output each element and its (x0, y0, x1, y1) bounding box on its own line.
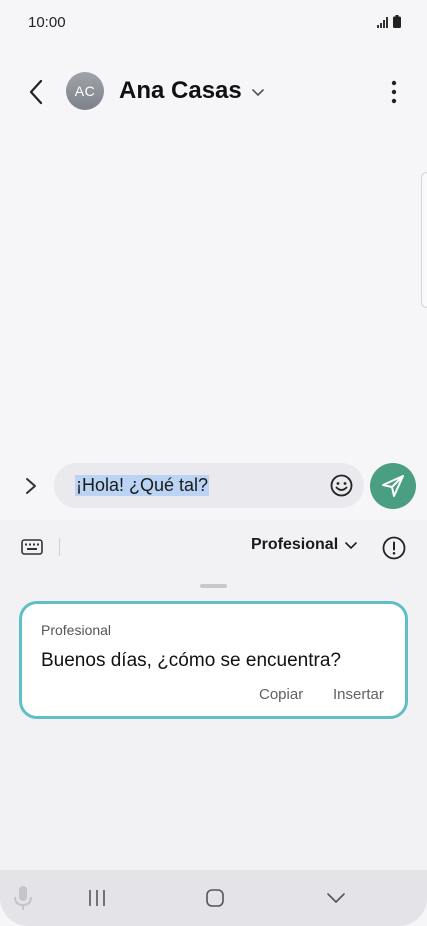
composer-row: ¡Hola! ¿Qué tal? (0, 462, 427, 510)
expand-icon[interactable] (20, 474, 42, 498)
message-input[interactable]: ¡Hola! ¿Qué tal? (54, 463, 364, 508)
suggestion-tone-label: Profesional (41, 622, 112, 638)
contact-name[interactable]: Ana Casas (119, 77, 242, 105)
insert-button[interactable]: Insertar (333, 686, 384, 703)
panel-toolbar: Profesional (0, 520, 427, 572)
writing-assist-panel: Profesional Profesional Buenos días, ¿có… (0, 520, 427, 870)
send-icon (382, 475, 404, 497)
tone-selector-label: Profesional (251, 536, 339, 553)
nav-recents-icon[interactable] (86, 887, 108, 909)
toolbar-divider (59, 538, 60, 556)
status-icons (377, 15, 401, 28)
tone-selector[interactable]: Profesional (251, 536, 358, 554)
send-button[interactable] (370, 463, 416, 509)
status-time: 10:00 (28, 14, 66, 31)
back-button[interactable] (22, 78, 50, 106)
battery-icon (393, 15, 401, 28)
info-icon[interactable] (381, 535, 407, 561)
signal-icon (377, 17, 388, 28)
emoji-icon[interactable] (329, 473, 354, 498)
nav-back-icon[interactable] (325, 888, 347, 908)
mic-icon[interactable] (12, 885, 34, 911)
back-icon (29, 79, 43, 105)
conversation-header: AC Ana Casas (0, 64, 427, 120)
chevron-down-icon[interactable] (250, 84, 266, 100)
chevron-down-icon (345, 542, 357, 549)
more-vert-icon[interactable] (389, 78, 399, 106)
nav-home-icon[interactable] (205, 888, 225, 908)
suggestion-card[interactable]: Profesional Buenos días, ¿cómo se encuen… (19, 601, 408, 719)
suggestion-text: Buenos días, ¿cómo se encuentra? (41, 650, 341, 671)
drag-handle[interactable] (200, 584, 227, 588)
navigation-bar (0, 870, 427, 926)
copy-button[interactable]: Copiar (259, 686, 303, 703)
avatar[interactable]: AC (66, 72, 104, 110)
status-bar: 10:00 (0, 0, 427, 44)
message-input-text[interactable]: ¡Hola! ¿Qué tal? (75, 475, 210, 496)
edge-panel-handle[interactable] (421, 172, 427, 308)
keyboard-icon[interactable] (20, 536, 44, 558)
